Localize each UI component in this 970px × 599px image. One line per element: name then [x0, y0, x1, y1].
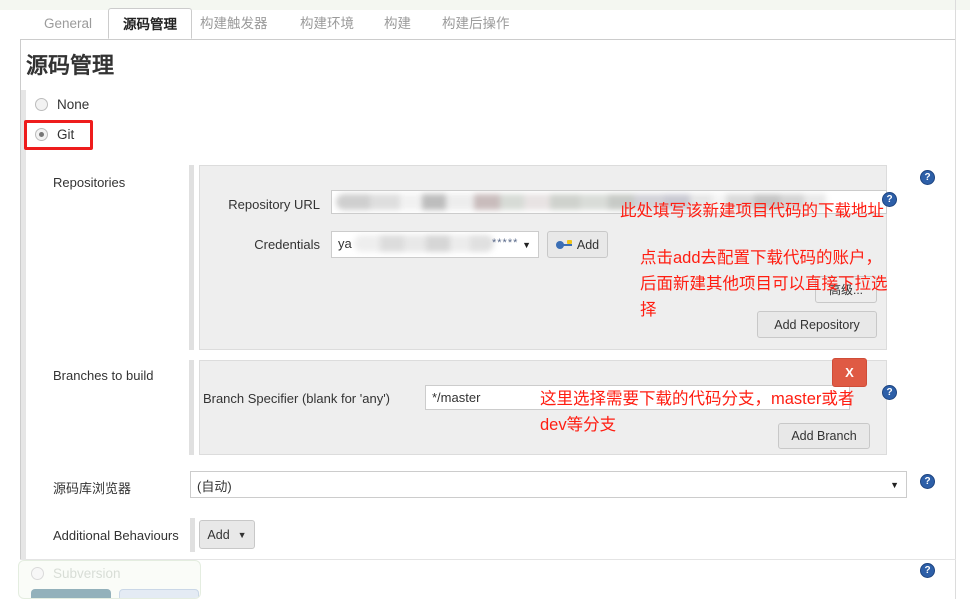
repositories-help-icon[interactable]: ? — [920, 170, 935, 185]
subversion-overlay-panel: Subversion — [18, 560, 201, 599]
tab-general[interactable]: General — [30, 8, 106, 39]
branch-specifier-label: Branch Specifier (blank for 'any') — [202, 391, 390, 406]
config-tab-bar: General 源码管理 构建触发器 构建环境 构建 构建后操作 — [0, 8, 970, 40]
save-button[interactable] — [31, 589, 111, 598]
scm-option-subversion[interactable]: Subversion — [31, 566, 121, 581]
source-browser-help-icon[interactable]: ? — [920, 474, 935, 489]
add-credentials-label: Add — [576, 237, 600, 252]
behaviours-help-icon[interactable]: ? — [920, 563, 935, 578]
page-title: 源码管理 — [26, 53, 115, 78]
left-rail — [21, 90, 26, 560]
credentials-value: ya — [338, 236, 352, 251]
repositories-sidebar-accent — [189, 165, 194, 350]
source-browser-select[interactable]: (自动) ▼ — [190, 471, 907, 498]
add-behaviour-button[interactable]: Add ▼ — [199, 520, 255, 549]
caret-down-icon: ▼ — [237, 529, 247, 540]
branches-label: Branches to build — [53, 368, 154, 383]
source-browser-value: (自动) — [197, 479, 232, 494]
branches-help-icon[interactable]: ? — [882, 385, 897, 400]
tab-build-env[interactable]: 构建环境 — [286, 8, 368, 39]
annotation-url-note: 此处填写该新建项目代码的下载地址 — [620, 202, 884, 220]
chevron-down-icon[interactable]: ▼ — [890, 480, 899, 490]
radio-none[interactable] — [35, 98, 48, 111]
scm-option-none-label: None — [57, 97, 90, 112]
behaviours-sidebar-accent — [190, 518, 195, 552]
repository-url-help-icon[interactable]: ? — [882, 192, 897, 207]
repositories-label: Repositories — [53, 175, 126, 190]
credentials-masked: ***** — [492, 237, 519, 249]
scm-option-none[interactable]: None — [35, 97, 89, 112]
tab-build[interactable]: 构建 — [370, 8, 425, 39]
tab-source-code-mgmt[interactable]: 源码管理 — [108, 8, 192, 39]
add-behaviour-label: Add — [207, 527, 230, 542]
tab-build-trigger[interactable]: 构建触发器 — [186, 8, 282, 39]
delete-branch-button[interactable]: X — [832, 358, 867, 387]
credentials-select[interactable]: ya ***** ▼ — [331, 231, 539, 258]
source-browser-label: 源码库浏览器 — [53, 481, 132, 496]
credentials-label: Credentials — [254, 237, 320, 252]
scm-option-subversion-label: Subversion — [53, 566, 121, 581]
key-icon — [555, 239, 572, 250]
repository-url-label: Repository URL — [228, 197, 320, 212]
git-highlight-box — [24, 120, 93, 150]
add-credentials-button[interactable]: Add — [547, 231, 608, 258]
tab-post-build[interactable]: 构建后操作 — [428, 8, 524, 39]
radio-subversion[interactable] — [31, 567, 44, 580]
page-root: General 源码管理 构建触发器 构建环境 构建 构建后操作 源码管理 No… — [0, 0, 970, 599]
annotation-credentials-note: 点击add去配置下载代码的账户， 后面新建其他项目可以直接下拉选 择 — [640, 249, 888, 319]
annotation-branch-note: 这里选择需要下载的代码分支，master或者 dev等分支 — [540, 390, 855, 434]
branches-sidebar-accent — [189, 360, 194, 455]
credentials-redaction — [354, 235, 494, 252]
card-right-edge — [955, 0, 956, 599]
apply-button[interactable] — [119, 589, 199, 598]
additional-behaviours-label: Additional Behaviours — [53, 528, 179, 543]
chevron-down-icon[interactable]: ▼ — [522, 240, 531, 250]
